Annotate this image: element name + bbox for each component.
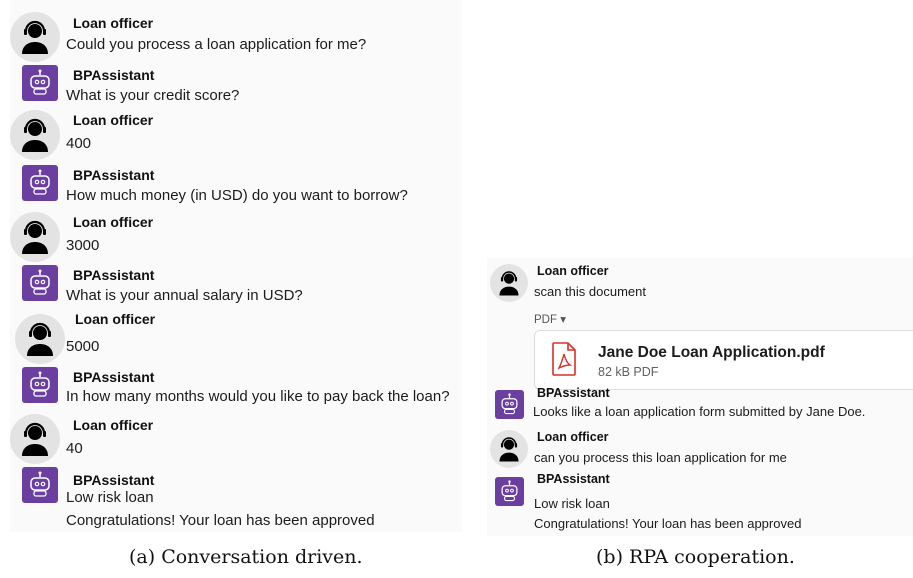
caption-a: (a) Conversation driven.	[129, 546, 363, 568]
caption-b: (b) RPA cooperation.	[596, 546, 795, 568]
message-text: In how many months would you like to pay…	[66, 388, 450, 405]
message-bot: BPAssistant Looks like a loan applicatio…	[487, 386, 913, 422]
robot-icon	[22, 265, 58, 301]
sender-name: Loan officer	[73, 15, 154, 31]
message-bot: BPAssistant What is your credit score?	[10, 64, 462, 104]
robot-icon	[495, 477, 524, 506]
sender-name: Loan officer	[73, 112, 154, 128]
sender-name: Loan officer	[73, 214, 154, 230]
robot-icon	[22, 367, 58, 403]
message-text: Low risk loan	[534, 496, 610, 511]
robot-icon	[22, 467, 58, 503]
message-officer: Loan officer can you process this loan a…	[487, 430, 913, 470]
sender-name: BPAssistant	[73, 267, 155, 283]
headset-person-icon	[10, 12, 60, 62]
sender-name: Loan officer	[537, 264, 609, 278]
attachment-type-dropdown[interactable]: PDF ▾	[534, 312, 566, 326]
headset-person-icon	[490, 430, 528, 468]
message-text: What is your annual salary in USD?	[66, 287, 303, 304]
message-officer: Loan officer 40	[10, 412, 462, 464]
message-text: 5000	[66, 338, 100, 355]
robot-icon	[495, 390, 524, 419]
message-text: scan this document	[534, 284, 647, 299]
message-bot: BPAssistant Low risk loan Congratulation…	[487, 472, 913, 534]
pdf-attachment-card[interactable]: Jane Doe Loan Application.pdf 82 kB PDF	[534, 330, 913, 390]
message-text: What is your credit score?	[66, 87, 240, 104]
sender-name: Loan officer	[73, 417, 154, 433]
sender-name: BPAssistant	[73, 67, 155, 83]
message-text: 400	[66, 135, 92, 152]
message-bot: BPAssistant How much money (in USD) do y…	[10, 164, 462, 204]
conversation-panel-a: Loan officer Could you process a loan ap…	[10, 0, 462, 532]
message-text: Looks like a loan application form submi…	[533, 404, 866, 419]
message-text: 40	[66, 440, 83, 457]
headset-person-icon	[10, 414, 60, 464]
message-text: Could you process a loan application for…	[66, 36, 367, 53]
robot-icon	[22, 165, 58, 201]
message-bot: BPAssistant What is your annual salary i…	[10, 264, 462, 304]
message-text: How much money (in USD) do you want to b…	[66, 187, 408, 204]
headset-person-icon	[10, 110, 60, 160]
sender-name: BPAssistant	[537, 386, 610, 400]
sender-name: Loan officer	[537, 430, 609, 444]
message-text: Congratulations! Your loan has been appr…	[66, 512, 375, 529]
message-officer: Loan officer scan this document PDF ▾ Ja…	[487, 264, 913, 390]
pdf-file-icon	[552, 342, 576, 376]
conversation-panel-b: Loan officer scan this document PDF ▾ Ja…	[487, 258, 913, 536]
attachment-file-meta: 82 kB PDF	[598, 365, 659, 379]
sender-name: BPAssistant	[73, 167, 155, 183]
sender-name: Loan officer	[75, 311, 156, 327]
robot-icon	[22, 65, 58, 101]
headset-person-icon	[10, 212, 60, 262]
message-officer: Loan officer 400	[10, 108, 462, 160]
sender-name: BPAssistant	[73, 472, 155, 488]
sender-name: BPAssistant	[73, 369, 155, 385]
message-text: 3000	[66, 237, 100, 254]
headset-person-icon	[15, 314, 65, 364]
message-text: Low risk loan	[66, 489, 154, 506]
message-text: Congratulations! Your loan has been appr…	[534, 516, 802, 531]
message-officer: Loan officer Could you process a loan ap…	[10, 12, 462, 62]
message-officer: Loan officer 3000	[10, 210, 462, 262]
message-bot: BPAssistant Low risk loan Congratulation…	[10, 466, 462, 530]
message-text: can you process this loan application fo…	[534, 450, 787, 465]
sender-name: BPAssistant	[537, 472, 610, 486]
headset-person-icon	[490, 264, 528, 302]
message-bot: BPAssistant In how many months would you…	[10, 366, 462, 406]
message-officer: Loan officer 5000	[10, 308, 462, 364]
attachment-file-name[interactable]: Jane Doe Loan Application.pdf	[598, 344, 825, 362]
